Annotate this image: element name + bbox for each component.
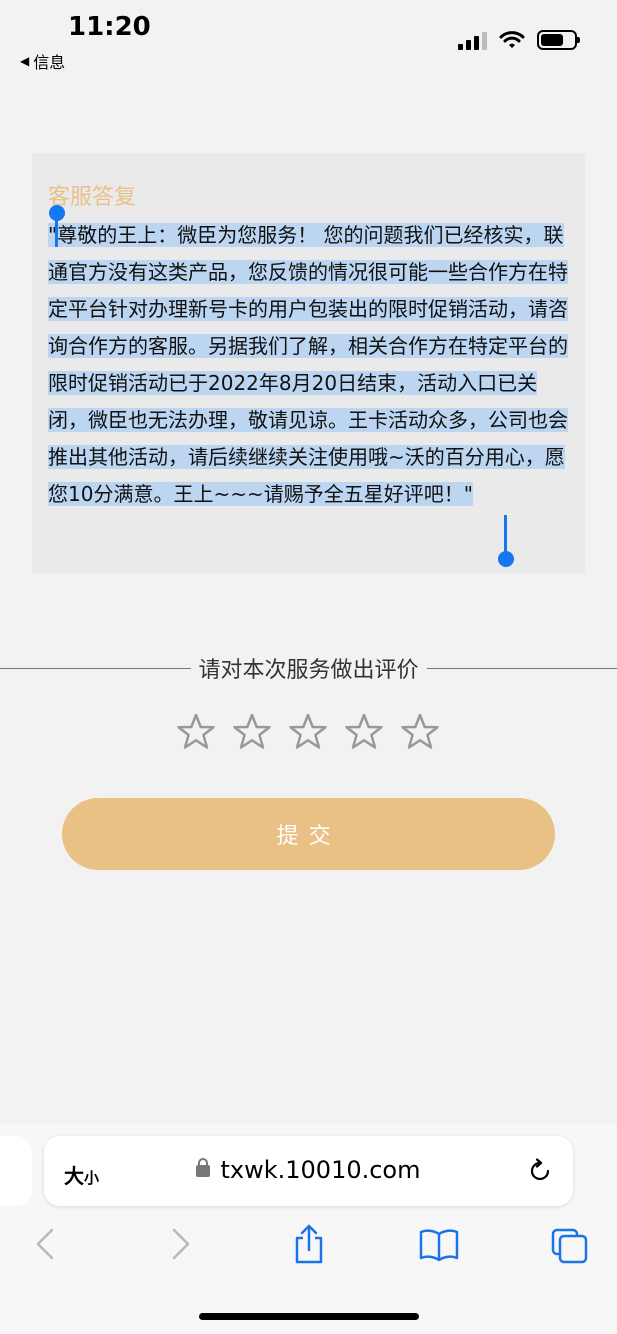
- forward-icon[interactable]: [160, 1222, 200, 1266]
- url-display[interactable]: txwk.10010.com: [44, 1156, 573, 1184]
- submit-button[interactable]: 提交: [62, 798, 555, 870]
- status-time: 11:20: [68, 12, 151, 42]
- reply-text-selected: "尊敬的王上：微臣为您服务！ 您的问题我们已经核实，联通官方没有这类产品，您反馈…: [48, 223, 568, 506]
- star-icon[interactable]: [176, 712, 216, 752]
- back-icon[interactable]: [26, 1222, 66, 1266]
- star-icon[interactable]: [400, 712, 440, 752]
- divider-left: [0, 667, 191, 669]
- back-triangle-icon: ◀: [20, 54, 30, 68]
- previous-tab-peek[interactable]: [0, 1136, 32, 1206]
- bookmarks-icon[interactable]: [419, 1222, 459, 1266]
- selection-end-handle[interactable]: [498, 551, 514, 567]
- selection-end-line: [504, 515, 507, 555]
- back-to-messages[interactable]: ◀ 信息: [20, 49, 65, 73]
- reload-icon[interactable]: [527, 1158, 553, 1184]
- rating-header: 请对本次服务做出评价: [0, 652, 617, 684]
- browser-toolbar: [0, 1222, 617, 1272]
- lock-icon: [196, 1158, 211, 1177]
- star-icon[interactable]: [344, 712, 384, 752]
- star-icon[interactable]: [288, 712, 328, 752]
- address-bar[interactable]: 大小 txwk.10010.com: [44, 1136, 573, 1206]
- selection-start-handle[interactable]: [49, 205, 65, 221]
- wifi-icon: [499, 31, 525, 48]
- tabs-icon[interactable]: [549, 1222, 589, 1266]
- share-icon[interactable]: [289, 1222, 329, 1266]
- rating-label: 请对本次服务做出评价: [198, 658, 419, 683]
- signal-icon: [458, 30, 487, 50]
- url-text: txwk.10010.com: [220, 1156, 421, 1184]
- reply-text[interactable]: "尊敬的王上：微臣为您服务！ 您的问题我们已经核实，联通官方没有这类产品，您反馈…: [48, 217, 569, 513]
- reply-card: 客服答复 "尊敬的王上：微臣为您服务！ 您的问题我们已经核实，联通官方没有这类产…: [32, 153, 585, 574]
- back-label: 信息: [33, 53, 66, 72]
- star-rating: [176, 712, 440, 752]
- battery-icon: [537, 30, 580, 50]
- status-icons: [458, 30, 580, 50]
- divider-right: [426, 667, 617, 669]
- home-indicator: [199, 1313, 419, 1320]
- star-icon[interactable]: [232, 712, 272, 752]
